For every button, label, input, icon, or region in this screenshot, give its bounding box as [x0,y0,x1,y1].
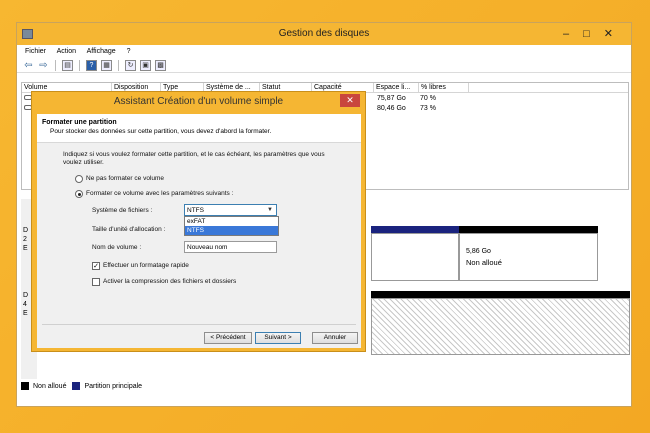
fs-option-ntfs[interactable]: NTFS [185,226,278,235]
window-title: Gestion des disques [278,28,370,39]
menu-fichier[interactable]: Fichier [25,48,46,55]
back-arrow-icon[interactable]: ⇦ [23,60,34,71]
row-pct: 73 % [420,105,436,112]
previous-button[interactable]: < Précédent [204,332,252,344]
wizard-dialog: Assistant Création d'un volume simple ✕ … [31,91,366,352]
toolbar: ⇦ ⇨ ▤ ? ▦ ↻ ▣ ▩ [17,58,631,73]
fs-label: Système de fichiers : [92,207,153,214]
disk-label: D [23,227,29,234]
app-icon [22,29,33,39]
col-pct-free[interactable]: % libres [419,83,469,92]
unallocated-bar [459,226,598,233]
cancel-button[interactable]: Annuler [312,332,358,344]
legend-unallocated: Non alloué [33,382,67,390]
compression-label[interactable]: Activer la compression des fichiers et d… [103,278,236,285]
chevron-down-icon: ▼ [267,207,273,213]
toolbar-separator [55,59,56,71]
forward-arrow-icon[interactable]: ⇨ [38,60,49,71]
legend-primary: Partition principale [84,382,143,390]
help-icon[interactable]: ? [86,59,97,71]
intro-text-1: Indiquez si vous voulez formater cette p… [63,151,325,158]
dialog-subheading: Pour stocker des données sur cette parti… [50,128,272,135]
radio-no-format-label[interactable]: Ne pas formater ce volume [86,175,164,182]
disk-icon[interactable]: ▩ [155,59,166,71]
primary-partition-bar [371,226,459,233]
row-free: 75,87 Go [377,95,406,102]
menu-help[interactable]: ? [127,48,131,55]
format-icon[interactable]: ▣ [140,59,151,71]
dialog-title: Assistant Création d'un volume simple [113,96,284,107]
filesystem-dropdown: exFAT NTFS [184,216,279,236]
radio-format-label[interactable]: Formater ce volume avec les paramètres s… [86,190,233,197]
dialog-heading: Formater une partition [42,119,117,126]
menu-affichage[interactable]: Affichage [87,48,116,55]
intro-text-2: voulez utiliser. [63,159,104,166]
legend: Non alloué Partition principale [21,380,142,392]
close-button[interactable]: ✕ [340,94,360,107]
volume-name-input[interactable]: Nouveau nom [184,241,277,253]
dialog-divider [42,324,356,325]
menu-action[interactable]: Action [57,48,76,55]
partition-region[interactable] [371,233,459,281]
title-bar: Gestion des disques –□✕ [17,23,631,45]
unallocated-region[interactable]: 5,86 Go Non alloué [459,233,598,281]
toolbar-separator [79,59,80,71]
volname-label: Nom de volume : [92,244,142,251]
quick-format-checkbox[interactable]: ✓ [92,262,100,270]
radio-format[interactable] [75,190,83,198]
properties-icon[interactable]: ▦ [101,59,112,71]
window-controls[interactable]: –□✕ [563,23,627,45]
legend-unallocated-swatch [21,382,29,390]
filesystem-select[interactable]: NTFS ▼ [184,204,277,216]
disk-label: E [23,245,28,252]
disk-label: 2 [23,236,27,243]
alloc-label: Taille d'unité d'allocation : [92,226,166,233]
disk2-region[interactable] [371,298,630,355]
dialog-body: Formater une partition Pour stocker des … [37,114,361,348]
disk2-bar [371,291,630,298]
refresh-icon[interactable]: ↻ [125,59,136,71]
row-free: 80,46 Go [377,105,406,112]
radio-no-format[interactable] [75,175,83,183]
quick-format-label[interactable]: Effectuer un formatage rapide [103,262,189,269]
list-view-icon[interactable]: ▤ [62,59,73,71]
dialog-header: Formater une partition Pour stocker des … [37,114,361,143]
legend-primary-swatch [72,382,81,390]
fs-option-exfat[interactable]: exFAT [185,217,278,226]
dialog-title-bar: Assistant Création d'un volume simple ✕ [32,92,365,112]
next-button[interactable]: Suivant > [255,332,301,344]
disk-label: 4 [23,301,27,308]
unalloc-size: 5,86 Go [466,248,491,255]
menu-bar: Fichier Action Affichage ? [17,45,631,58]
col-free-space[interactable]: Espace li... [374,83,419,92]
filesystem-value: NTFS [187,207,204,214]
disk-label: E [23,310,28,317]
unalloc-label: Non alloué [466,258,502,267]
row-pct: 70 % [420,95,436,102]
toolbar-separator [118,59,119,71]
compression-checkbox[interactable] [92,278,100,286]
disk-label: D [23,292,29,299]
